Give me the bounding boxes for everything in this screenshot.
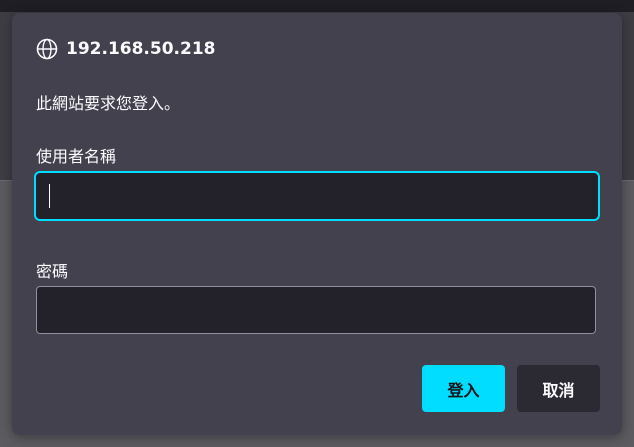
- password-label: 密碼: [36, 262, 69, 281]
- auth-dialog: 192.168.50.218 此網站要求您登入。 使用者名稱 密碼 登入 取消: [12, 13, 622, 435]
- site-host: 192.168.50.218: [66, 39, 216, 59]
- username-field[interactable]: [34, 171, 600, 221]
- globe-icon: [36, 38, 58, 60]
- login-button[interactable]: 登入: [422, 365, 505, 412]
- text-caret: [49, 184, 50, 208]
- username-label: 使用者名稱: [36, 147, 117, 166]
- dialog-header: 192.168.50.218: [36, 38, 216, 60]
- cancel-button[interactable]: 取消: [517, 365, 600, 412]
- auth-message: 此網站要求您登入。: [36, 94, 181, 113]
- browser-toolbar-edge: [0, 0, 634, 12]
- password-field[interactable]: [36, 286, 596, 334]
